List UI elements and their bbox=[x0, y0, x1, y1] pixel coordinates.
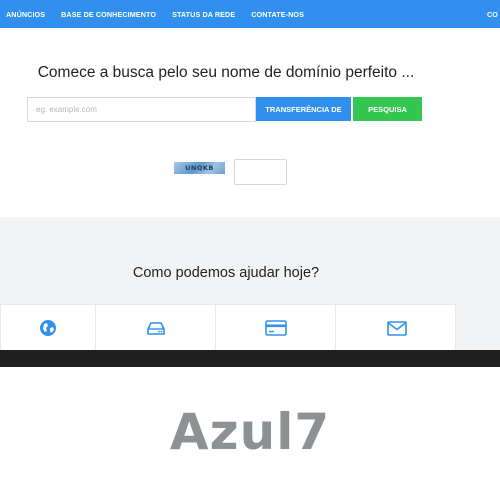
envelope-icon bbox=[386, 320, 407, 336]
credit-card-icon bbox=[264, 320, 287, 336]
captcha-input[interactable] bbox=[234, 159, 287, 185]
domain-search-input[interactable] bbox=[27, 97, 256, 122]
domain-search-section: Comece a busca pelo seu nome de domínio … bbox=[0, 28, 500, 217]
captcha-image: UNQKB bbox=[174, 162, 225, 174]
search-button[interactable]: PESQUISA bbox=[353, 97, 422, 121]
nav-link-truncated[interactable]: CO bbox=[487, 10, 498, 19]
dark-divider bbox=[0, 350, 500, 367]
brand-logo-text: Azul7 bbox=[169, 403, 331, 461]
nav-link-announcements[interactable]: ANÚNCIOS bbox=[6, 10, 45, 19]
nav-link-contact[interactable]: CONTATE-NOS bbox=[251, 10, 304, 19]
help-title: Como podemos ajudar hoje? bbox=[132, 265, 320, 281]
brand-banner: Azul7 bbox=[0, 367, 500, 500]
help-card-support[interactable] bbox=[336, 305, 457, 351]
transfer-button[interactable]: TRANSFERÊNCIA DE bbox=[256, 97, 351, 121]
help-section: Como podemos ajudar hoje? bbox=[0, 217, 500, 351]
nav-link-network-status[interactable]: STATUS DA REDE bbox=[172, 10, 235, 19]
nav-link-knowledgebase[interactable]: BASE DE CONHECIMENTO bbox=[61, 10, 156, 19]
help-card-announcements[interactable] bbox=[1, 305, 96, 351]
search-headline: Comece a busca pelo seu nome de domínio … bbox=[37, 64, 415, 81]
help-cards bbox=[0, 304, 457, 351]
help-card-billing[interactable] bbox=[216, 305, 336, 351]
server-icon bbox=[146, 320, 165, 336]
top-navigation: ANÚNCIOS BASE DE CONHECIMENTO STATUS DA … bbox=[0, 0, 500, 28]
globe-icon bbox=[39, 319, 57, 337]
help-card-servers[interactable] bbox=[96, 305, 216, 351]
